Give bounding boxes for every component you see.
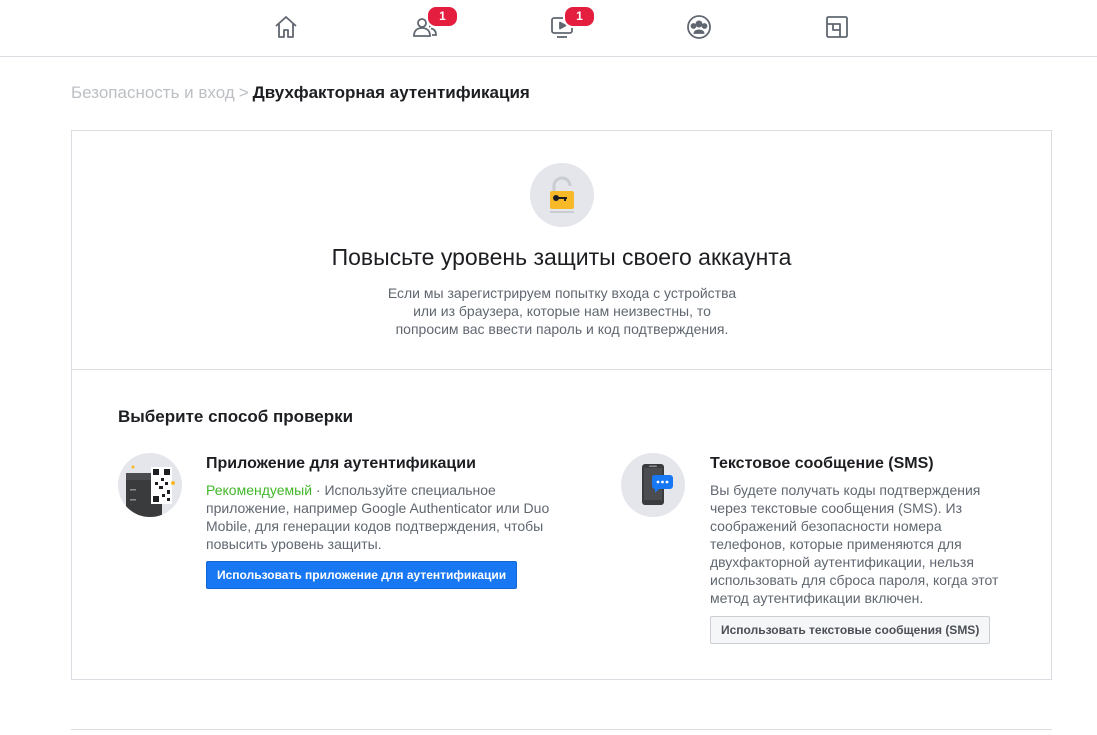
authenticator-app-title: Приложение для аутентификации: [206, 455, 476, 472]
sms-desc-line: метод аутентификации включен.: [710, 590, 924, 606]
nav-groups[interactable]: [682, 10, 716, 44]
authenticator-app-description: Рекомендуемый · Используйте специальное …: [206, 481, 578, 553]
sms-description: Вы будете получать коды подтверждения че…: [710, 481, 1010, 607]
lock-icon-circle: [530, 163, 594, 227]
hero-section: Повысьте уровень защиты своего аккаунта …: [72, 131, 1051, 370]
hero-description-line: попросим вас ввести пароль и код подтвер…: [395, 321, 729, 337]
app-desc-line: повысить уровень защиты.: [206, 536, 382, 552]
breadcrumb-parent-link[interactable]: Безопасность и вход: [71, 83, 235, 102]
app-desc-line: · Используйте специальное: [312, 482, 496, 498]
use-sms-button[interactable]: Использовать текстовые сообщения (SMS): [710, 616, 991, 644]
home-icon: [275, 16, 297, 38]
sms-desc-line: Вы будете получать коды подтверждения: [710, 482, 981, 498]
method-authenticator-app: Приложение для аутентификации Рекомендуе…: [118, 453, 578, 663]
method-sms: Текстовое сообщение (SMS) Вы будете полу…: [621, 453, 1021, 663]
lock-key-icon: [550, 176, 574, 213]
nav-friends[interactable]: 1: [408, 5, 459, 44]
sms-desc-line: двухфакторной аутентификации, нельзя: [710, 554, 974, 570]
sms-desc-line: через текстовые сообщения (SMS). Из: [710, 500, 963, 516]
nav-home[interactable]: [269, 10, 303, 44]
sms-desc-line: соображений безопасности номера: [710, 518, 942, 534]
sms-desc-line: использовать для сброса пароля, когда эт…: [710, 572, 999, 588]
two-factor-card: Повысьте уровень защиты своего аккаунта …: [71, 130, 1052, 680]
verification-methods-section: Выберите способ проверки Приложение для …: [72, 370, 1051, 680]
friends-badge: 1: [426, 5, 459, 28]
sms-title: Текстовое сообщение (SMS): [710, 455, 934, 472]
use-authenticator-app-button[interactable]: Использовать приложение для аутентификац…: [206, 561, 518, 589]
app-desc-line: Mobile, для генерации кодов подтверждени…: [206, 518, 544, 534]
app-desc-line: приложение, например Google Authenticato…: [206, 500, 550, 516]
gaming-icon: [826, 16, 848, 38]
methods-title: Выберите способ проверки: [118, 407, 354, 426]
hero-description-line: или из браузера, которые нам неизвестны,…: [413, 303, 711, 319]
watch-badge: 1: [563, 5, 596, 28]
breadcrumb-separator: >: [238, 83, 249, 102]
recommended-label: Рекомендуемый: [206, 482, 313, 498]
nav-watch[interactable]: 1: [545, 5, 596, 44]
groups-icon: [687, 15, 711, 39]
breadcrumb: Безопасность и вход > Двухфакторная аутент…: [71, 83, 530, 103]
sms-desc-line: телефонов, которые применяются для: [710, 536, 962, 552]
hero-description: Если мы зарегистрируем попытку входа с у…: [372, 284, 752, 338]
hero-description-line: Если мы зарегистрируем попытку входа с у…: [387, 285, 737, 301]
qr-code-icon: [118, 453, 182, 517]
bottom-divider: [71, 729, 1052, 730]
breadcrumb-current: Двухфакторная аутентификация: [252, 83, 530, 102]
nav-gaming[interactable]: [820, 10, 854, 44]
hero-title: Повысьте уровень защиты своего аккаунта: [331, 244, 792, 270]
top-navigation-bar: 1 1: [0, 0, 1097, 57]
phone-message-icon: [621, 453, 685, 517]
